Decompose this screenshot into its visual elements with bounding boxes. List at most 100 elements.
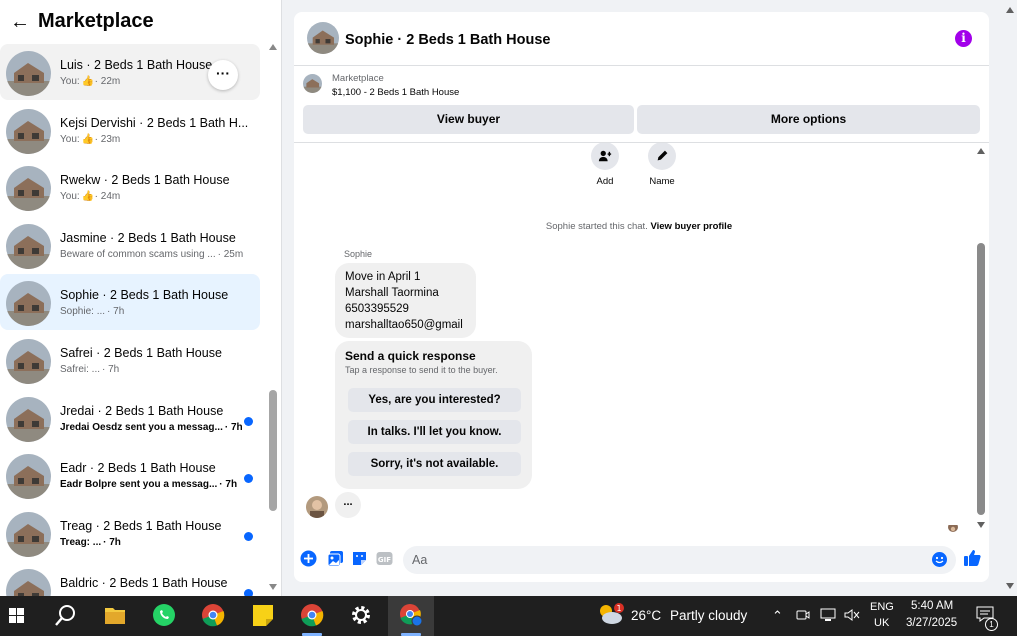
like-thumb-icon: 👍 — [81, 133, 95, 145]
page-scroll-up-arrow-icon[interactable] — [1006, 7, 1014, 13]
like-thumb-icon: 👍 — [81, 191, 95, 203]
chrome-icon-2[interactable] — [289, 596, 335, 636]
start-button[interactable] — [0, 596, 46, 636]
conversation-preview: You: 👍 · 22m — [60, 76, 120, 87]
conversation-list: Luis · 2 Beds 1 Bath House You: 👍 · 22m ··· K… — [0, 44, 264, 596]
page-scroll-down-arrow-icon[interactable] — [1006, 583, 1014, 589]
plus-icon[interactable] — [300, 550, 317, 567]
sidebar-scrollbar[interactable] — [267, 44, 280, 596]
conversation-preview: Sophie: ... · 7h — [60, 306, 124, 317]
chat-title[interactable]: Sophie · 2 Beds 1 Bath House — [345, 32, 550, 48]
sidebar-header: ← Marketplace — [0, 0, 282, 44]
info-icon[interactable]: i — [955, 30, 972, 47]
message-thread: Add Name Sophie started this chat. View … — [294, 143, 989, 532]
avatar — [6, 396, 51, 442]
add-person-icon — [591, 143, 619, 170]
weather-description[interactable]: Partly cloudy — [670, 608, 747, 623]
quick-response-yes-button[interactable]: Yes, are you interested? — [348, 388, 521, 412]
conversation-preview: You: 👍 · 23m — [60, 134, 120, 145]
avatar — [6, 511, 51, 557]
gif-icon[interactable]: GIF — [376, 550, 393, 567]
quick-response-card: Send a quick response Tap a response to … — [335, 341, 532, 489]
conversation-preview: You: 👍 · 24m — [60, 191, 120, 202]
seen-avatar — [948, 522, 958, 532]
settings-gear-icon[interactable] — [338, 596, 384, 636]
name-action[interactable]: Name — [632, 143, 692, 187]
message-bubble[interactable]: Move in April 1 Marshall Taormina 650339… — [335, 263, 476, 338]
listing-banner: Marketplace $1,100 - 2 Beds 1 Bath House… — [294, 66, 989, 143]
conversation-preview: Safrei: ... · 7h — [60, 364, 119, 375]
chevron-up-icon[interactable]: ⌃ — [772, 608, 783, 624]
listing-price[interactable]: $1,100 - 2 Beds 1 Bath House — [332, 87, 459, 98]
buyer-avatar[interactable] — [306, 496, 328, 518]
scroll-down-arrow-icon[interactable] — [977, 522, 985, 528]
weather-temperature[interactable]: 26°C — [631, 608, 661, 623]
sticker-icon[interactable] — [351, 550, 368, 567]
app-root: ← Marketplace Luis · 2 Beds 1 Bath House… — [0, 0, 1017, 636]
conversation-item[interactable]: Luis · 2 Beds 1 Bath House You: 👍 · 22m ··· — [0, 44, 260, 100]
more-options-button[interactable]: More options — [637, 105, 980, 134]
notification-count-badge: 1 — [985, 618, 998, 631]
scroll-up-arrow-icon[interactable] — [977, 148, 985, 154]
clock-time[interactable]: 5:40 AM — [911, 600, 953, 612]
sender-name: Sophie — [344, 249, 373, 259]
add-action[interactable]: Add — [575, 143, 635, 187]
scroll-down-arrow-icon[interactable] — [269, 584, 277, 590]
like-thumb-icon[interactable] — [963, 549, 981, 567]
sticky-notes-icon[interactable] — [240, 596, 286, 636]
conversation-item[interactable]: Jredai · 2 Beds 1 Bath House Jredai Oesdz… — [0, 390, 260, 446]
conversation-item[interactable]: Kejsi Dervishi · 2 Beds 1 Bath H... You: 👍… — [0, 102, 260, 158]
quick-response-in-talks-button[interactable]: In talks. I'll let you know. — [348, 420, 521, 444]
weather-icon[interactable]: 1 — [592, 596, 628, 636]
chrome-profile-icon[interactable] — [388, 596, 434, 636]
conversation-title: Eadr · 2 Beds 1 Bath House — [60, 461, 216, 476]
scrollbar-thumb[interactable] — [977, 243, 985, 515]
view-buyer-button[interactable]: View buyer — [303, 105, 634, 134]
preview-text: Treag: ... — [60, 536, 102, 548]
volume-muted-icon[interactable] — [844, 608, 860, 625]
conversation-title: Kejsi Dervishi · 2 Beds 1 Bath H... — [60, 115, 249, 130]
whatsapp-icon[interactable] — [141, 596, 187, 636]
search-icon[interactable] — [42, 596, 88, 636]
preview-text: Safrei: ... — [60, 364, 101, 375]
preview-time: · 23m — [94, 133, 121, 145]
clock-date[interactable]: 3/27/2025 — [906, 617, 957, 629]
message-input[interactable]: Aa — [403, 546, 956, 574]
scroll-up-arrow-icon[interactable] — [269, 44, 277, 50]
avatar[interactable] — [307, 22, 339, 54]
conversation-item[interactable]: Eadr · 2 Beds 1 Bath House Eadr Bolpre se… — [0, 447, 260, 503]
back-arrow-icon[interactable]: ← — [10, 11, 30, 33]
conversation-item[interactable]: Rwekw · 2 Beds 1 Bath House You: 👍 · 24m — [0, 159, 260, 215]
taskbar: 1 26°C Partly cloudy ⌃ ENG UK 5:40 AM 3/… — [0, 596, 1017, 636]
input-region[interactable]: UK — [874, 617, 889, 629]
conversation-item[interactable]: Sophie · 2 Beds 1 Bath House Sophie: ... ·… — [0, 274, 260, 331]
preview-text: Eadr Bolpre sent you a messag... — [60, 479, 218, 491]
message-line: Marshall Taormina — [345, 287, 439, 299]
listing-thumbnail[interactable] — [303, 74, 322, 93]
message-scrollbar[interactable] — [975, 143, 988, 532]
emoji-icon[interactable] — [932, 552, 947, 567]
chat-started-notice: Sophie started this chat. View buyer pro… — [294, 221, 984, 232]
input-language[interactable]: ENG — [870, 601, 894, 613]
preview-text: Sophie: ... — [60, 306, 106, 318]
scrollbar-thumb[interactable] — [269, 390, 277, 511]
preview-time: · 25m — [217, 248, 244, 260]
conversation-title: Rwekw · 2 Beds 1 Bath House — [60, 173, 230, 188]
preview-text: You: — [60, 191, 80, 203]
photo-icon[interactable] — [327, 550, 344, 567]
preview-text: You: — [60, 133, 80, 145]
view-buyer-profile-link[interactable]: View buyer profile — [650, 221, 732, 232]
network-icon[interactable] — [820, 608, 836, 625]
conversation-item[interactable]: Treag · 2 Beds 1 Bath House Treag: ... · 7… — [0, 505, 260, 561]
conversation-preview: Beware of common scams using ... · 25m — [60, 249, 243, 260]
quick-response-not-available-button[interactable]: Sorry, it's not available. — [348, 452, 521, 476]
conversation-item[interactable]: Safrei · 2 Beds 1 Bath House Safrei: ... ·… — [0, 332, 260, 388]
file-explorer-icon[interactable] — [92, 596, 138, 636]
preview-time: · 7h — [107, 306, 125, 318]
chrome-icon[interactable] — [190, 596, 236, 636]
conversation-item[interactable]: Baldric · 2 Beds 1 Bath House — [0, 562, 260, 596]
conversation-item[interactable]: Jasmine · 2 Beds 1 Bath House Beware of c… — [0, 217, 260, 273]
meet-now-icon[interactable] — [796, 608, 810, 625]
more-options-icon[interactable]: ··· — [208, 60, 238, 90]
conversation-title: Jredai · 2 Beds 1 Bath House — [60, 403, 224, 418]
